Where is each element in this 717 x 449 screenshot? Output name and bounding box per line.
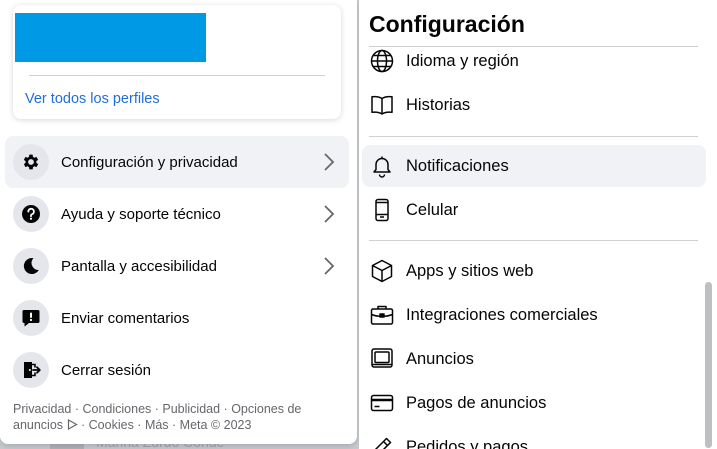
settings-panel-scrollbar[interactable] (705, 282, 712, 448)
chevron-right-icon (319, 256, 339, 276)
menu-item-label: Ayuda y soporte técnico (61, 205, 221, 223)
ad-choices-icon (67, 418, 81, 432)
feedback-icon (13, 300, 49, 336)
settings-item-notifications[interactable]: Notificaciones (362, 145, 706, 187)
question-icon (13, 196, 49, 232)
settings-item-mobile[interactable]: Celular (362, 189, 706, 231)
chevron-right-icon (319, 152, 339, 172)
settings-item-label: Anuncios (406, 349, 474, 368)
footer-separator: · (151, 402, 163, 416)
footer-link-cookies[interactable]: Cookies (89, 418, 134, 432)
footer-link-privacy[interactable]: Privacidad (13, 402, 71, 416)
menu-item-log-out[interactable]: Cerrar sesión (5, 344, 349, 396)
settings-item-label: Notificaciones (406, 156, 509, 175)
globe-icon (369, 48, 395, 74)
footer-link-more[interactable]: Más (145, 418, 169, 432)
footer-copyright: Meta © 2023 (179, 418, 252, 432)
settings-panel-title: Configuración (369, 11, 525, 37)
footer-separator: · (133, 418, 145, 432)
redacted-profile-block (15, 13, 206, 62)
account-menu: Ver todos los perfiles Configuración y p… (0, 0, 357, 444)
settings-item-label: Integraciones comerciales (406, 305, 598, 324)
section-divider (369, 240, 698, 241)
footer-separator: · (168, 418, 180, 432)
settings-item-ad-payments[interactable]: Pagos de anuncios (362, 382, 706, 424)
settings-item-language-region[interactable]: Idioma y región (362, 40, 706, 82)
book-icon (369, 92, 395, 118)
see-all-profiles-link[interactable]: Ver todos los perfiles (25, 91, 160, 107)
menu-item-settings-privacy[interactable]: Configuración y privacidad (5, 136, 349, 188)
bell-icon (369, 153, 395, 179)
chevron-right-icon (319, 204, 339, 224)
settings-item-orders-payments[interactable]: Pedidos y pagos (362, 426, 706, 449)
settings-item-business-integrations[interactable]: Integraciones comerciales (362, 294, 706, 336)
credit-card-icon (369, 390, 395, 416)
menu-item-send-feedback[interactable]: Enviar comentarios (5, 292, 349, 344)
settings-item-label: Pagos de anuncios (406, 393, 547, 412)
settings-item-ads[interactable]: Anuncios (362, 338, 706, 380)
menu-item-label: Cerrar sesión (61, 361, 152, 379)
profile-card[interactable]: Ver todos los perfiles (13, 5, 341, 119)
menu-item-label: Enviar comentarios (61, 309, 190, 327)
footer-separator: · (220, 402, 232, 416)
menu-item-label: Pantalla y accesibilidad (61, 257, 217, 275)
footer-separator: · (81, 418, 89, 432)
settings-item-label: Apps y sitios web (406, 261, 534, 280)
pencil-icon (369, 434, 395, 449)
menu-item-display-accessibility[interactable]: Pantalla y accesibilidad (5, 240, 349, 292)
settings-item-label: Idioma y región (406, 51, 519, 70)
footer-link-terms[interactable]: Condiciones (82, 402, 151, 416)
settings-item-stories[interactable]: Historias (362, 84, 706, 126)
moon-icon (13, 248, 49, 284)
settings-item-label: Pedidos y pagos (406, 437, 529, 449)
menu-item-help-support[interactable]: Ayuda y soporte técnico (5, 188, 349, 240)
footer-separator: · (71, 402, 83, 416)
phone-icon (369, 197, 395, 223)
footer-links: Privacidad · Condiciones · Publicidad · … (13, 401, 333, 433)
footer-link-advertising[interactable]: Publicidad (162, 402, 220, 416)
menu-item-label: Configuración y privacidad (61, 153, 238, 171)
monitor-icon (369, 346, 395, 372)
logout-icon (13, 352, 49, 388)
briefcase-icon (369, 302, 395, 328)
cube-icon (369, 258, 395, 284)
settings-item-label: Celular (406, 200, 459, 219)
settings-panel: Configuración Idioma y región Historias (359, 0, 717, 449)
settings-item-apps-websites[interactable]: Apps y sitios web (362, 250, 706, 292)
section-divider (369, 136, 698, 137)
profile-divider (29, 75, 325, 76)
gear-icon (13, 144, 49, 180)
settings-item-label: Historias (406, 95, 471, 114)
